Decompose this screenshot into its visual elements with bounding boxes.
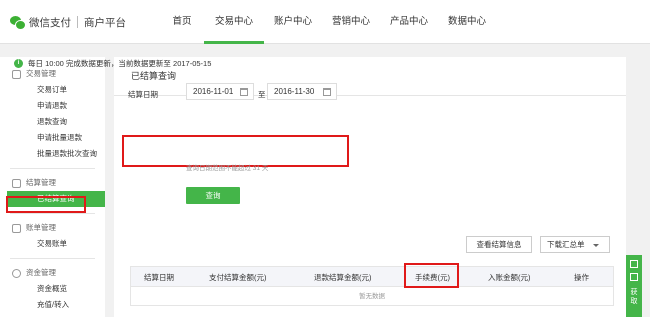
column-header: 结算日期 [144,273,174,282]
date-from-input[interactable]: 2016-11-01 [186,83,254,100]
brand-subtitle: 商户平台 [84,16,126,29]
sidebar-highlight-box [6,196,86,213]
chevron-down-icon [592,243,599,247]
settlement-table: 结算日期 支付结算金额(元) 退款结算金额(元) 手续费(元) 入账金额(元) … [130,266,614,306]
funds-icon [12,268,21,278]
sidebar-group-trade: 交易管理 交易订单 申请退款 退款查询 申请批量退款 批量退款批次查询 [0,66,105,162]
top-bar: 微信支付 商户平台 首页 交易中心 账户中心 营销中心 产品中心 数据中心 [0,0,650,44]
update-notice: i 每日 10:00 完成数据更新，当前数据更新至 2017-05-15 [14,58,211,69]
sidebar-item-funds-overview[interactable]: 资金概览 [0,281,105,297]
view-settlement-info-button[interactable]: 查看结算信息 [466,236,532,253]
table-empty-message: 暂无数据 [130,287,614,306]
sidebar-group-funds: 资金管理 资金概览 充值/转入 [0,265,105,313]
date-from-value: 2016-11-01 [193,87,234,96]
sidebar-group-title: 结算管理 [0,175,105,191]
download-icon[interactable] [630,260,638,268]
sidebar-group-title: 账单管理 [0,220,105,236]
nav-data-center[interactable]: 数据中心 [438,0,496,44]
floating-get-label[interactable]: 获取 [629,288,639,306]
download-summary-label: 下载汇总单 [547,240,585,249]
date-range-hint: 查询日期范围不能超过 31 天 [186,165,269,172]
sidebar-item-trade-bill[interactable]: 交易账单 [0,236,105,252]
sidebar: 交易管理 交易订单 申请退款 退款查询 申请批量退款 批量退款批次查询 结算管理… [0,57,105,317]
fee-column-highlight-box [404,263,459,288]
bill-icon [12,223,21,233]
sidebar-item-batch-refund-query[interactable]: 批量退款批次查询 [0,146,105,162]
sidebar-divider [10,168,95,169]
info-icon: i [14,59,23,68]
sidebar-item-batch-refund[interactable]: 申请批量退款 [0,130,105,146]
logo[interactable]: 微信支付 商户平台 [10,14,126,30]
table-header: 结算日期 支付结算金额(元) 退款结算金额(元) 手续费(元) 入账金额(元) … [130,266,614,287]
sidebar-group-title: 资金管理 [0,265,105,281]
sidebar-item-apply-refund[interactable]: 申请退款 [0,98,105,114]
date-to-input[interactable]: 2016-11-30 [267,83,337,100]
calendar-icon[interactable] [323,88,331,96]
edit-icon[interactable] [630,273,638,281]
column-header: 操作 [574,273,589,282]
top-nav: 首页 交易中心 账户中心 营销中心 产品中心 数据中心 [160,0,496,44]
floating-toolbar[interactable]: 获取 [626,255,642,317]
settlement-date-label: 结算日期 [128,90,158,99]
column-header: 入账金额(元) [488,273,531,282]
sidebar-group-label: 结算管理 [26,178,56,187]
nav-product-center[interactable]: 产品中心 [380,0,438,44]
date-range-separator: 至 [258,90,266,99]
sidebar-divider [10,213,95,214]
nav-home[interactable]: 首页 [160,0,204,44]
sidebar-item-recharge[interactable]: 充值/转入 [0,297,105,313]
query-button[interactable]: 查询 [186,187,240,204]
brand-divider [77,16,78,28]
brand-name: 微信支付 [29,16,71,29]
nav-trade-center[interactable]: 交易中心 [204,0,264,44]
sidebar-group-label: 账单管理 [26,223,56,232]
settlement-icon [12,178,21,188]
wechat-logo-icon [10,15,26,30]
date-to-value: 2016-11-30 [274,87,315,96]
calendar-icon[interactable] [240,88,248,96]
column-header: 支付结算金额(元) [209,273,267,282]
download-summary-select[interactable]: 下载汇总单 [540,236,610,253]
update-notice-text: 每日 10:00 完成数据更新，当前数据更新至 2017-05-15 [28,59,212,68]
sidebar-item-trade-orders[interactable]: 交易订单 [0,82,105,98]
sidebar-divider [10,258,95,259]
column-header: 退款结算金额(元) [314,273,372,282]
list-icon [12,69,21,79]
sidebar-group-bills: 账单管理 交易账单 [0,220,105,252]
sidebar-item-refund-query[interactable]: 退款查询 [0,114,105,130]
nav-account-center[interactable]: 账户中心 [264,0,322,44]
sidebar-group-label: 资金管理 [26,268,56,277]
nav-marketing-center[interactable]: 营销中心 [322,0,380,44]
